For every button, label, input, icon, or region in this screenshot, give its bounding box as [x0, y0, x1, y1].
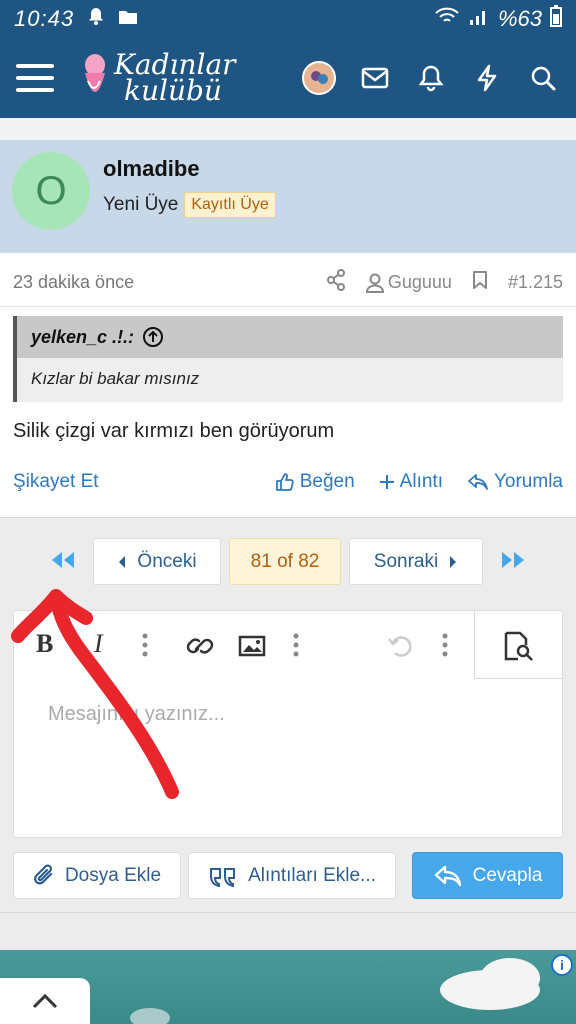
- quote-text: Kızlar bi bakar mısınız: [31, 369, 200, 388]
- folder-icon: [118, 6, 138, 32]
- prev-page-button[interactable]: Önceki: [93, 538, 221, 585]
- status-bar: 10:43 %63: [0, 0, 576, 38]
- envelope-icon[interactable]: [358, 61, 392, 95]
- quote-button[interactable]: Alıntı: [379, 471, 443, 493]
- menu-icon[interactable]: [16, 64, 54, 92]
- author-title: Yeni Üye: [103, 194, 179, 215]
- member-badge: Kayıtlı Üye: [184, 192, 276, 218]
- caret-right-icon: [450, 555, 457, 568]
- insert-quotes-button[interactable]: Alıntıları Ekle...: [188, 852, 396, 899]
- arrow-up-circle-icon[interactable]: [142, 326, 164, 348]
- insert-quotes-label: Alıntıları Ekle...: [248, 864, 376, 886]
- search-icon[interactable]: [526, 61, 560, 95]
- app-header: Kadınlar kulübü: [0, 38, 576, 118]
- quote-author: yelken_c .!.:: [31, 326, 135, 347]
- bolt-icon[interactable]: [470, 61, 504, 95]
- italic-button[interactable]: I: [94, 629, 103, 659]
- post-body: Silik çizgi var kırmızı ben görüyorum: [13, 420, 335, 442]
- post: 23 dakika önce Guguuu #1.215 yelken_c .!…: [0, 253, 576, 517]
- mentioned-user-name: Guguuu: [387, 272, 452, 292]
- undo-icon[interactable]: [387, 633, 415, 659]
- quote-label: Alıntı: [399, 471, 443, 492]
- post-meta: 23 dakika önce Guguuu #1.215: [13, 269, 563, 296]
- site-logo[interactable]: Kadınlar kulübü: [80, 51, 236, 105]
- notification-bell-icon: [86, 6, 106, 32]
- message-input[interactable]: Mesajınızı yazınız...: [48, 703, 225, 726]
- user-icon: [365, 273, 384, 293]
- post-top-strip: [0, 118, 576, 140]
- section-gap: [0, 912, 576, 950]
- thumbs-up-icon: [275, 473, 294, 491]
- meta-divider: [0, 306, 576, 307]
- quote-block: yelken_c .!.: Kızlar bi bakar mısınız: [13, 316, 563, 402]
- reply-editor: B I Mesajınızı yazınız...: [13, 610, 563, 838]
- battery-icon: [550, 5, 562, 33]
- logo-figure-icon: [85, 54, 105, 92]
- reply-comment-label: Yorumla: [493, 471, 563, 492]
- mentioned-user[interactable]: Guguuu: [365, 272, 452, 293]
- toolbar-underline: [474, 678, 562, 679]
- avatar[interactable]: [302, 61, 336, 95]
- author-title-row: Yeni Üye Kayıtlı Üye: [103, 192, 276, 218]
- last-page-icon[interactable]: [500, 551, 526, 574]
- like-label: Beğen: [299, 471, 355, 492]
- attach-file-label: Dosya Ekle: [64, 864, 162, 886]
- post-actions: Şikayet Et Beğen Alıntı Yorumla: [13, 471, 563, 493]
- signal-icon: [468, 6, 490, 32]
- post-author: O olmadibe Yeni Üye Kayıtlı Üye: [0, 140, 576, 253]
- reply-icon: [468, 474, 488, 490]
- battery-text: %63: [497, 6, 542, 31]
- bold-button[interactable]: B: [36, 629, 53, 659]
- attach-file-button[interactable]: Dosya Ekle: [13, 852, 181, 899]
- author-avatar[interactable]: O: [12, 152, 90, 230]
- plus-icon: [379, 475, 394, 489]
- reply-button[interactable]: Cevapla: [412, 852, 563, 899]
- post-number[interactable]: #1.215: [508, 272, 563, 293]
- next-page-button[interactable]: Sonraki: [349, 538, 483, 585]
- share-icon[interactable]: [326, 269, 346, 296]
- preview-icon[interactable]: [502, 631, 534, 661]
- scroll-up-button[interactable]: [0, 978, 90, 1024]
- editor-toolbar: B I: [14, 611, 562, 679]
- reply-comment-button[interactable]: Yorumla: [467, 471, 563, 493]
- post-time[interactable]: 23 dakika önce: [13, 272, 134, 293]
- logo-line2: kulübü: [124, 74, 222, 107]
- more-vertical-icon-2[interactable]: [293, 633, 299, 657]
- wifi-icon: [434, 6, 460, 32]
- bookmark-icon[interactable]: [472, 270, 488, 295]
- link-icon[interactable]: [186, 633, 214, 659]
- like-button[interactable]: Beğen: [275, 471, 355, 493]
- ad-info-icon[interactable]: i: [551, 954, 573, 976]
- toolbar-separator: [474, 611, 475, 679]
- quote-marks-icon: [210, 867, 236, 887]
- cloud-shape-2: [480, 958, 540, 998]
- quote-header[interactable]: yelken_c .!.:: [17, 316, 563, 358]
- author-name[interactable]: olmadibe: [103, 156, 200, 182]
- prev-page-label: Önceki: [137, 550, 197, 572]
- reply-label: Cevapla: [472, 864, 543, 886]
- caret-left-icon: [119, 555, 126, 568]
- first-page-icon[interactable]: [50, 551, 76, 574]
- more-vertical-icon[interactable]: [142, 633, 148, 657]
- cloud-shape-3: [130, 1008, 170, 1024]
- chevron-up-icon: [32, 993, 58, 1009]
- reply-arrow-icon: [434, 865, 461, 886]
- paperclip-icon: [34, 863, 53, 884]
- pagination: Önceki 81 of 82 Sonraki: [0, 517, 576, 607]
- current-page[interactable]: 81 of 82: [229, 538, 341, 585]
- report-link[interactable]: Şikayet Et: [13, 471, 99, 493]
- bell-icon[interactable]: [414, 61, 448, 95]
- more-vertical-icon-3[interactable]: [442, 633, 448, 657]
- image-icon[interactable]: [238, 635, 266, 657]
- next-page-label: Sonraki: [373, 550, 439, 572]
- status-time: 10:43: [14, 6, 75, 31]
